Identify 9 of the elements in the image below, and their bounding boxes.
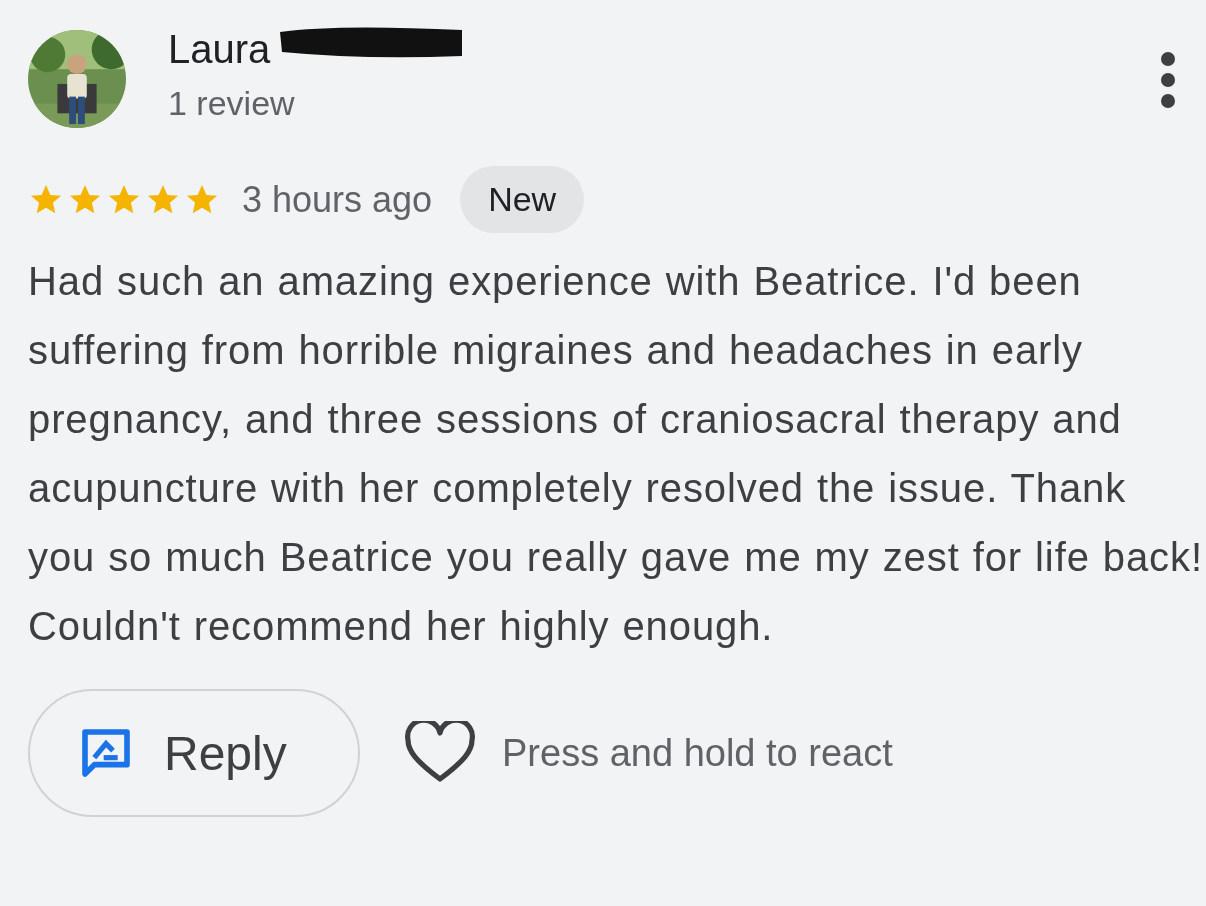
review-text: Had such an amazing experience with Beatrice. I'd been suffering from horrible migraines and headaches in early pregnancy, and three sessions of craniosacral therapy and acupuncture with her completely resolved the issue. Thank you so much Beatrice you really gave me my zest for life back! Couldn't recommend her highly enough. <box>28 258 1203 650</box>
heart-icon[interactable] <box>404 721 476 785</box>
more-options-icon[interactable] <box>1158 50 1178 110</box>
author-name[interactable]: Laura <box>168 26 271 72</box>
react-hint: Press and hold to react <box>502 731 893 775</box>
review-count: 1 review <box>168 84 296 123</box>
new-badge: New <box>460 166 585 233</box>
reply-button[interactable]: Reply <box>28 689 360 817</box>
review-time: 3 hours ago <box>242 178 433 221</box>
